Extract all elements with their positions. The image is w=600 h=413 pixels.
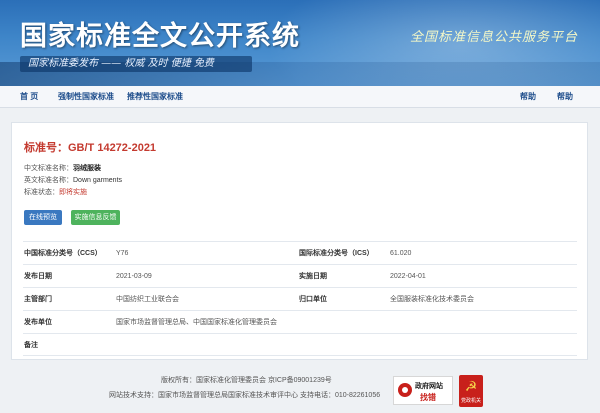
table-row: 主管部门 中国纺织工业联合会 归口单位 全国服装标准化技术委员会 [23,287,577,310]
dept-label: 主管部门 [24,296,52,303]
en-name-line: 英文标准名称：Down garments [24,175,122,185]
ics-value: 61.020 [390,250,412,257]
platform-slogan: 全国标准信息公共服务平台 [410,30,579,45]
nav-recommended-standards[interactable]: 推荐性国家标准 [127,86,183,108]
party-badge-text: 党政机关 [460,398,481,404]
gov-badge-title: 政府网站 [415,383,443,390]
feedback-button[interactable]: 实施信息反馈 [71,210,120,225]
implement-date-label: 实施日期 [299,273,327,280]
status-label: 标准状态： [24,189,59,196]
top-nav: 首 页 强制性国家标准 推荐性国家标准 帮助 帮助 [0,86,600,108]
party-gov-agency-badge[interactable]: ☭ 党政机关 [459,375,483,407]
site-title: 国家标准全文公开系统 [20,21,300,52]
cn-name-label: 中文标准名称： [24,165,73,172]
owner-value: 全国服装标准化技术委员会 [390,296,474,303]
page-footer: 版权所有：国家标准化管理委员会 京ICP备09001239号 网站技术支持：国家… [0,372,600,413]
gov-site-icon [398,383,412,397]
slogan-text: 国家标准委发布 —— 权威 及时 便捷 免费 [28,58,214,69]
standard-number-label: 标准号： [24,142,68,154]
implement-date-value: 2022-04-01 [390,273,426,280]
status-line: 标准状态：即将实施 [24,187,87,197]
slogan-bar: 国家标准委发布 —— 权威 及时 便捷 免费 [20,56,252,72]
ccs-value: Y76 [116,250,129,257]
issuer-label: 发布单位 [24,319,52,326]
owner-label: 归口单位 [299,296,327,303]
cn-name-line: 中文标准名称：羽绒服装 [24,163,101,173]
nav-help-link[interactable]: 帮助 [557,86,573,108]
nav-mandatory-standards[interactable]: 强制性国家标准 [58,86,114,108]
emblem-icon: ☭ [464,378,478,394]
gov-site-error-report-badge[interactable]: 政府网站 找错 [393,376,453,405]
site-banner: 国家标准全文公开系统 全国标准信息公共服务平台 国家标准委发布 —— 权威 及时… [0,0,600,86]
table-row: 中国标准分类号（CCS） Y76 国际标准分类号（ICS） 61.020 [23,241,577,264]
table-row: 发布日期 2021-03-09 实施日期 2022-04-01 [23,264,577,287]
standard-summary: 标准号：GB/T 14272-2021 中文标准名称：羽绒服装 英文标准名称：D… [12,123,587,227]
standard-number-heading: 标准号：GB/T 14272-2021 [24,139,156,155]
publish-date-label: 发布日期 [24,273,52,280]
dept-value: 中国纺织工业联合会 [116,296,179,303]
standard-detail-card: 标准号：GB/T 14272-2021 中文标准名称：羽绒服装 英文标准名称：D… [11,122,588,360]
standard-number: GB/T 14272-2021 [68,142,157,154]
table-row: 备注 [23,333,577,356]
issuer-value: 国家市场监督管理总局、中国国家标准化管理委员会 [116,319,277,326]
online-preview-button[interactable]: 在线预览 [24,210,62,225]
nav-home[interactable]: 首 页 [20,86,38,108]
remark-label: 备注 [24,342,38,349]
table-row: 发布单位 国家市场监督管理总局、中国国家标准化管理委员会 [23,310,577,333]
footer-support: 网站技术支持：国家市场监督管理总局国家标准技术审评中心 支持电话：010-822… [109,392,381,399]
standard-details-table: 中国标准分类号（CCS） Y76 国际标准分类号（ICS） 61.020 发布日… [23,241,577,356]
nav-help[interactable]: 帮助 [520,86,536,108]
en-name: Down garments [73,177,123,184]
status-badge: 即将实施 [59,189,87,196]
en-name-label: 英文标准名称： [24,177,73,184]
publish-date-value: 2021-03-09 [116,273,152,280]
footer-copyright: 版权所有：国家标准化管理委员会 京ICP备09001239号 [161,377,332,384]
ics-label: 国际标准分类号（ICS） [299,250,374,257]
gov-badge-action: 找错 [420,393,436,402]
cn-name: 羽绒服装 [73,165,101,172]
ccs-label: 中国标准分类号（CCS） [24,250,102,257]
